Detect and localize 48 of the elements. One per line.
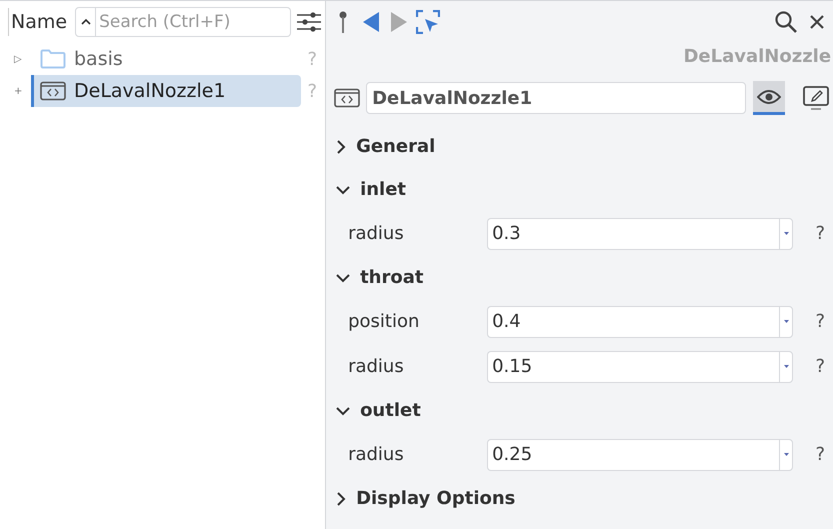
help-icon[interactable]: ? [816, 353, 826, 380]
close-icon[interactable] [809, 14, 826, 30]
help-icon[interactable]: ? [816, 308, 826, 335]
expander-toggle[interactable]: ▷ [14, 52, 28, 66]
value-field[interactable]: 0.15 [487, 350, 780, 382]
section-header[interactable]: Display Options [326, 477, 833, 520]
pin-icon[interactable] [338, 10, 348, 34]
type-title: DeLavalNozzle [683, 45, 832, 69]
chevron-icon [336, 140, 346, 154]
chevron-icon [336, 184, 350, 194]
field-label: radius [348, 355, 405, 379]
value-field[interactable]: 0.25 [487, 438, 780, 470]
field-label: position [348, 310, 420, 334]
chevron-icon [336, 406, 350, 416]
back-icon[interactable] [362, 11, 380, 33]
field-label: radius [348, 443, 405, 467]
view-toggle-button[interactable] [753, 81, 786, 115]
expander-toggle[interactable]: + [14, 84, 28, 98]
help-icon[interactable]: ? [816, 220, 826, 247]
caret-down-icon [784, 232, 789, 235]
caret-button[interactable] [75, 7, 96, 37]
chevron-icon [336, 492, 346, 506]
search-field[interactable]: Search (Ctrl+F) [96, 7, 292, 37]
help-icon[interactable]: ? [816, 441, 826, 468]
eye-icon [757, 88, 782, 104]
search-icon[interactable] [775, 11, 798, 33]
folder-icon [40, 49, 66, 69]
name-field[interactable]: DeLavalNozzle1 [366, 82, 746, 114]
chevron-icon [336, 272, 350, 282]
select-cursor-icon[interactable] [416, 10, 440, 34]
component-icon [334, 88, 360, 108]
value-field[interactable]: 0.4 [487, 306, 780, 338]
filter-settings-icon[interactable] [297, 11, 322, 33]
caret-icon [80, 18, 91, 26]
component-icon [40, 81, 66, 101]
section-header[interactable]: throat [326, 256, 833, 299]
value-field[interactable]: 0.3 [487, 218, 780, 250]
name-column-header[interactable]: Name [8, 8, 68, 36]
section-header[interactable]: General [326, 125, 833, 168]
section-header[interactable]: inlet [326, 168, 833, 211]
caret-down-icon [784, 453, 789, 456]
field-label: radius [348, 222, 405, 246]
tree-item[interactable]: DeLavalNozzle1 [31, 75, 301, 107]
caret-down-icon [784, 320, 789, 323]
tree-item[interactable]: basis [31, 43, 301, 75]
edit-icon[interactable] [803, 86, 830, 110]
caret-down-icon [784, 365, 789, 368]
section-header[interactable]: outlet [326, 389, 833, 432]
